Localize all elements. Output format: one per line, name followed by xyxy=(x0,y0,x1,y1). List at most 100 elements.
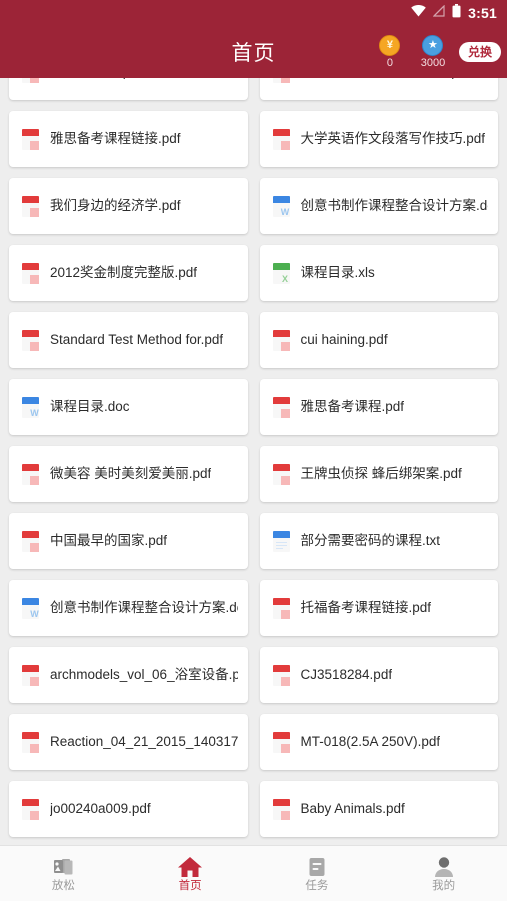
file-card[interactable]: 雅思备考课程.pdf xyxy=(259,379,498,435)
file-card[interactable]: CJ9160169.pdf xyxy=(9,78,248,100)
file-card[interactable]: 2012奖金制度完整版.pdf xyxy=(9,245,248,301)
app-header: 3:51 首页 ¥ 0 ★ 3000 兑换 xyxy=(0,0,507,78)
file-name: CJ3518284.pdf xyxy=(300,667,393,683)
pdf-file-icon xyxy=(272,329,290,351)
file-card[interactable]: 部分需要密码的课程.txt xyxy=(259,513,498,569)
file-row: Standard Test Method for.pdf cui haining.… xyxy=(9,312,498,368)
gem-value: 3000 xyxy=(420,56,446,69)
pdf-file-icon xyxy=(22,731,39,753)
task-document-icon xyxy=(307,854,327,878)
pdf-file-icon xyxy=(22,798,39,820)
file-list: CJ9160169.pdf AIDA3三星课程中文课件.pdf 雅思备考课程链接.p… xyxy=(0,78,507,845)
file-name: AIDA3三星课程中文课件.pdf xyxy=(301,78,471,81)
file-name: 课程目录.doc xyxy=(50,399,130,415)
file-card[interactable]: cui haining.pdf xyxy=(259,312,498,368)
file-name: CJ9160169.pdf xyxy=(50,78,142,81)
xls-file-icon: X xyxy=(272,262,290,284)
file-name: 创意书制作课程整合设计方案.doc xyxy=(300,198,489,214)
pdf-file-icon xyxy=(272,463,290,485)
cards-icon xyxy=(52,854,74,878)
file-card[interactable]: 王牌虫侦探 蜂后绑架案.pdf xyxy=(259,446,498,502)
gem-balance[interactable]: ★ 3000 xyxy=(416,34,450,69)
file-card[interactable]: CJ3518284.pdf xyxy=(259,647,498,703)
redeem-button[interactable]: 兑换 xyxy=(458,42,501,62)
file-name: 2012奖金制度完整版.pdf xyxy=(50,265,198,281)
doc-file-icon: W xyxy=(22,597,39,619)
file-row: CJ9160169.pdf AIDA3三星课程中文课件.pdf xyxy=(9,78,498,100)
file-name: 创意书制作课程整合设计方案.doc xyxy=(50,600,238,616)
file-card[interactable]: 托福备考课程链接.pdf xyxy=(259,580,498,636)
file-name: 中国最早的国家.pdf xyxy=(50,533,168,549)
file-card[interactable]: X 课程目录.xls xyxy=(259,245,498,301)
nav-label: 任务 xyxy=(305,880,329,893)
pdf-file-icon xyxy=(22,530,39,552)
file-card[interactable]: 中国最早的国家.pdf xyxy=(9,513,248,569)
pdf-file-icon xyxy=(272,597,290,619)
file-row: 微美容 美时美刻爱美丽.pdf 王牌虫侦探 蜂后绑架案.pdf xyxy=(9,446,498,502)
nav-item-放松[interactable]: 放松 xyxy=(0,846,127,901)
pdf-file-icon xyxy=(22,463,39,485)
file-name: 微美容 美时美刻爱美丽.pdf xyxy=(50,466,212,482)
file-row: W 课程目录.doc 雅思备考课程.pdf xyxy=(9,379,498,435)
file-row: 我们身边的经济学.pdf W 创意书制作课程整合设计方案.doc xyxy=(9,178,498,234)
pdf-file-icon xyxy=(22,664,39,686)
file-name: Baby Animals.pdf xyxy=(300,801,405,817)
file-name: 雅思备考课程.pdf xyxy=(300,399,405,415)
file-card[interactable]: 雅思备考课程链接.pdf xyxy=(9,111,248,167)
pdf-file-icon xyxy=(272,396,290,418)
txt-file-icon xyxy=(272,530,290,552)
file-row: Reaction_04_21_2015_140317.pdf MT-018(2.5… xyxy=(9,714,498,770)
file-card[interactable]: archmodels_vol_06_浴室设备.pdf xyxy=(9,647,248,703)
wifi-icon xyxy=(411,4,426,22)
file-row: 2012奖金制度完整版.pdf X 课程目录.xls xyxy=(9,245,498,301)
file-card[interactable]: MT-018(2.5A 250V).pdf xyxy=(259,714,498,770)
pdf-file-icon xyxy=(22,78,39,83)
pdf-file-icon xyxy=(22,329,39,351)
nav-item-首页[interactable]: 首页 xyxy=(127,846,254,901)
file-name: 大学英语作文段落写作技巧.pdf xyxy=(300,131,486,147)
pdf-file-icon xyxy=(272,798,290,820)
file-name: 雅思备考课程链接.pdf xyxy=(50,131,181,147)
file-list-scroll[interactable]: CJ9160169.pdf AIDA3三星课程中文课件.pdf 雅思备考课程链接.p… xyxy=(0,78,507,845)
file-card[interactable]: 我们身边的经济学.pdf xyxy=(9,178,248,234)
file-row: archmodels_vol_06_浴室设备.pdf CJ3518284.pdf xyxy=(9,647,498,703)
app-root: 3:51 首页 ¥ 0 ★ 3000 兑换 CJ9160169.pdf AIDA3… xyxy=(0,0,507,901)
page-title: 首页 xyxy=(231,42,276,65)
file-card[interactable]: Baby Animals.pdf xyxy=(259,781,498,837)
pdf-file-icon xyxy=(272,664,290,686)
bottom-navigation: 放松 首页 任务 我的 xyxy=(0,845,507,901)
file-name: Standard Test Method for.pdf xyxy=(50,332,224,348)
doc-file-icon: W xyxy=(22,396,39,418)
file-card[interactable]: 微美容 美时美刻爱美丽.pdf xyxy=(9,446,248,502)
nav-item-我的[interactable]: 我的 xyxy=(380,846,507,901)
file-card[interactable]: W 创意书制作课程整合设计方案.doc xyxy=(9,580,248,636)
file-name: 我们身边的经济学.pdf xyxy=(50,198,181,214)
file-card[interactable]: 大学英语作文段落写作技巧.pdf xyxy=(259,111,498,167)
file-card[interactable]: Reaction_04_21_2015_140317.pdf xyxy=(9,714,248,770)
file-card[interactable]: W 创意书制作课程整合设计方案.doc xyxy=(259,178,498,234)
pdf-file-icon xyxy=(22,128,39,150)
coin-balance[interactable]: ¥ 0 xyxy=(373,34,407,69)
file-name: 部分需要密码的课程.txt xyxy=(300,533,441,549)
pdf-file-icon xyxy=(272,731,290,753)
home-icon xyxy=(177,854,203,878)
nav-item-任务[interactable]: 任务 xyxy=(254,846,381,901)
file-name: jo00240a009.pdf xyxy=(50,801,151,817)
file-card[interactable]: Standard Test Method for.pdf xyxy=(9,312,248,368)
file-name: archmodels_vol_06_浴室设备.pdf xyxy=(50,667,238,683)
title-bar: 首页 ¥ 0 ★ 3000 兑换 xyxy=(0,26,507,78)
header-actions: ¥ 0 ★ 3000 兑换 xyxy=(373,26,501,78)
file-card[interactable]: AIDA3三星课程中文课件.pdf xyxy=(259,78,498,100)
file-card[interactable]: W 课程目录.doc xyxy=(9,379,248,435)
nav-label: 放松 xyxy=(51,880,75,893)
person-avatar-icon xyxy=(433,854,455,878)
file-name: 课程目录.xls xyxy=(300,265,375,281)
file-card[interactable]: jo00240a009.pdf xyxy=(9,781,248,837)
doc-file-icon: W xyxy=(272,195,290,217)
file-name: 托福备考课程链接.pdf xyxy=(300,600,432,616)
file-name: MT-018(2.5A 250V).pdf xyxy=(300,734,441,750)
pdf-file-icon xyxy=(272,128,290,150)
file-name: 王牌虫侦探 蜂后绑架案.pdf xyxy=(300,466,462,482)
file-row: jo00240a009.pdf Baby Animals.pdf xyxy=(9,781,498,837)
pdf-file-icon xyxy=(22,262,39,284)
